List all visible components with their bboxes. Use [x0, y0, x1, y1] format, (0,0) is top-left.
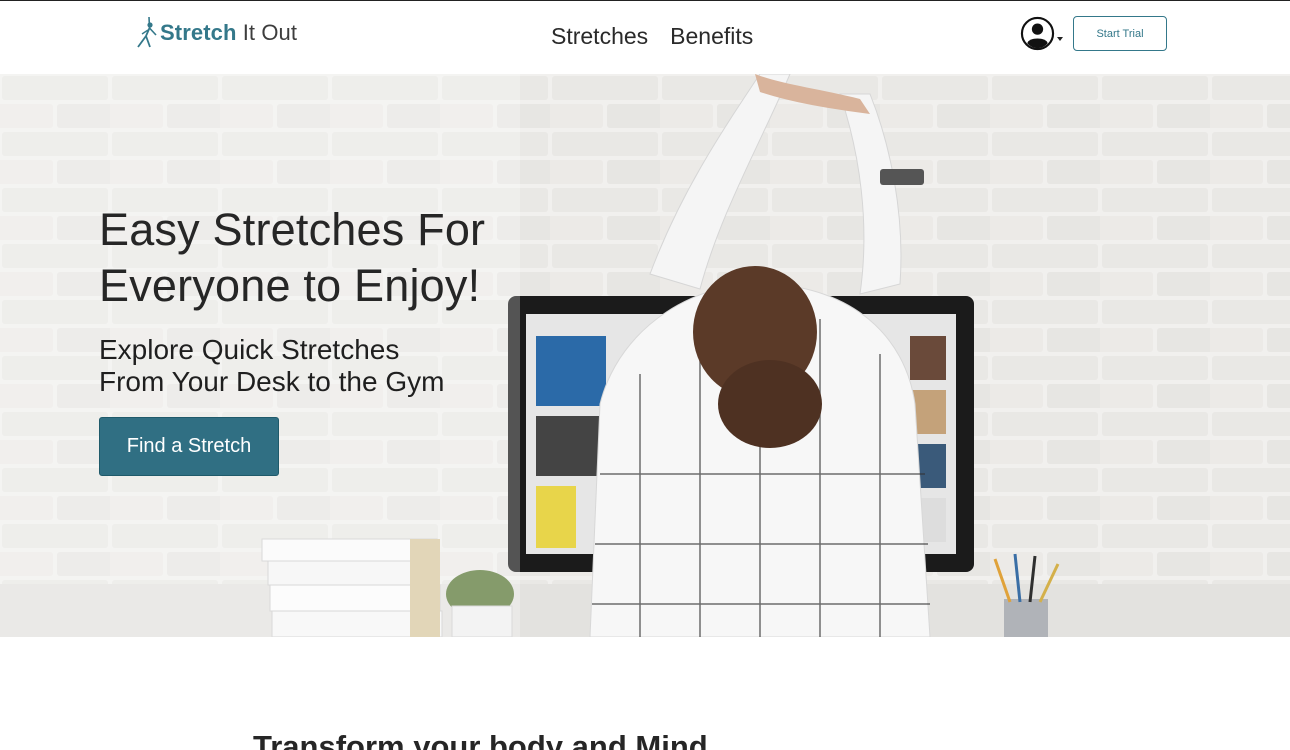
logo-text: Stretch It Out	[160, 20, 297, 46]
find-a-stretch-button[interactable]: Find a Stretch	[99, 417, 279, 476]
hero-subtitle-line1: Explore Quick Stretches	[99, 334, 400, 365]
account-menu[interactable]	[1020, 16, 1063, 51]
user-circle-icon	[1020, 16, 1055, 51]
nav-link-stretches[interactable]: Stretches	[551, 23, 648, 50]
stretching-person-icon	[137, 16, 157, 48]
section-title: Transform your body and Mind	[253, 729, 708, 750]
site-header: Stretch It Out Stretches Benefits Start …	[0, 0, 1290, 74]
nav-link-benefits[interactable]: Benefits	[670, 23, 753, 50]
logo-text-strong: Stretch	[160, 20, 237, 45]
hero-section: Easy Stretches For Everyone to Enjoy! Ex…	[0, 74, 1290, 637]
hero-title: Easy Stretches For Everyone to Enjoy!	[99, 202, 619, 314]
hero-title-line1: Easy Stretches For	[99, 204, 486, 255]
main-nav: Stretches Benefits	[551, 23, 753, 50]
start-trial-button[interactable]: Start Trial	[1073, 16, 1167, 51]
hero-subtitle-line2: From Your Desk to the Gym	[99, 366, 445, 397]
hero-subtitle: Explore Quick Stretches From Your Desk t…	[99, 334, 619, 398]
hero-title-line2: Everyone to Enjoy!	[99, 260, 481, 311]
logo-text-light: It Out	[236, 20, 298, 45]
logo[interactable]: Stretch It Out	[134, 15, 297, 51]
chevron-down-icon	[1057, 36, 1063, 41]
